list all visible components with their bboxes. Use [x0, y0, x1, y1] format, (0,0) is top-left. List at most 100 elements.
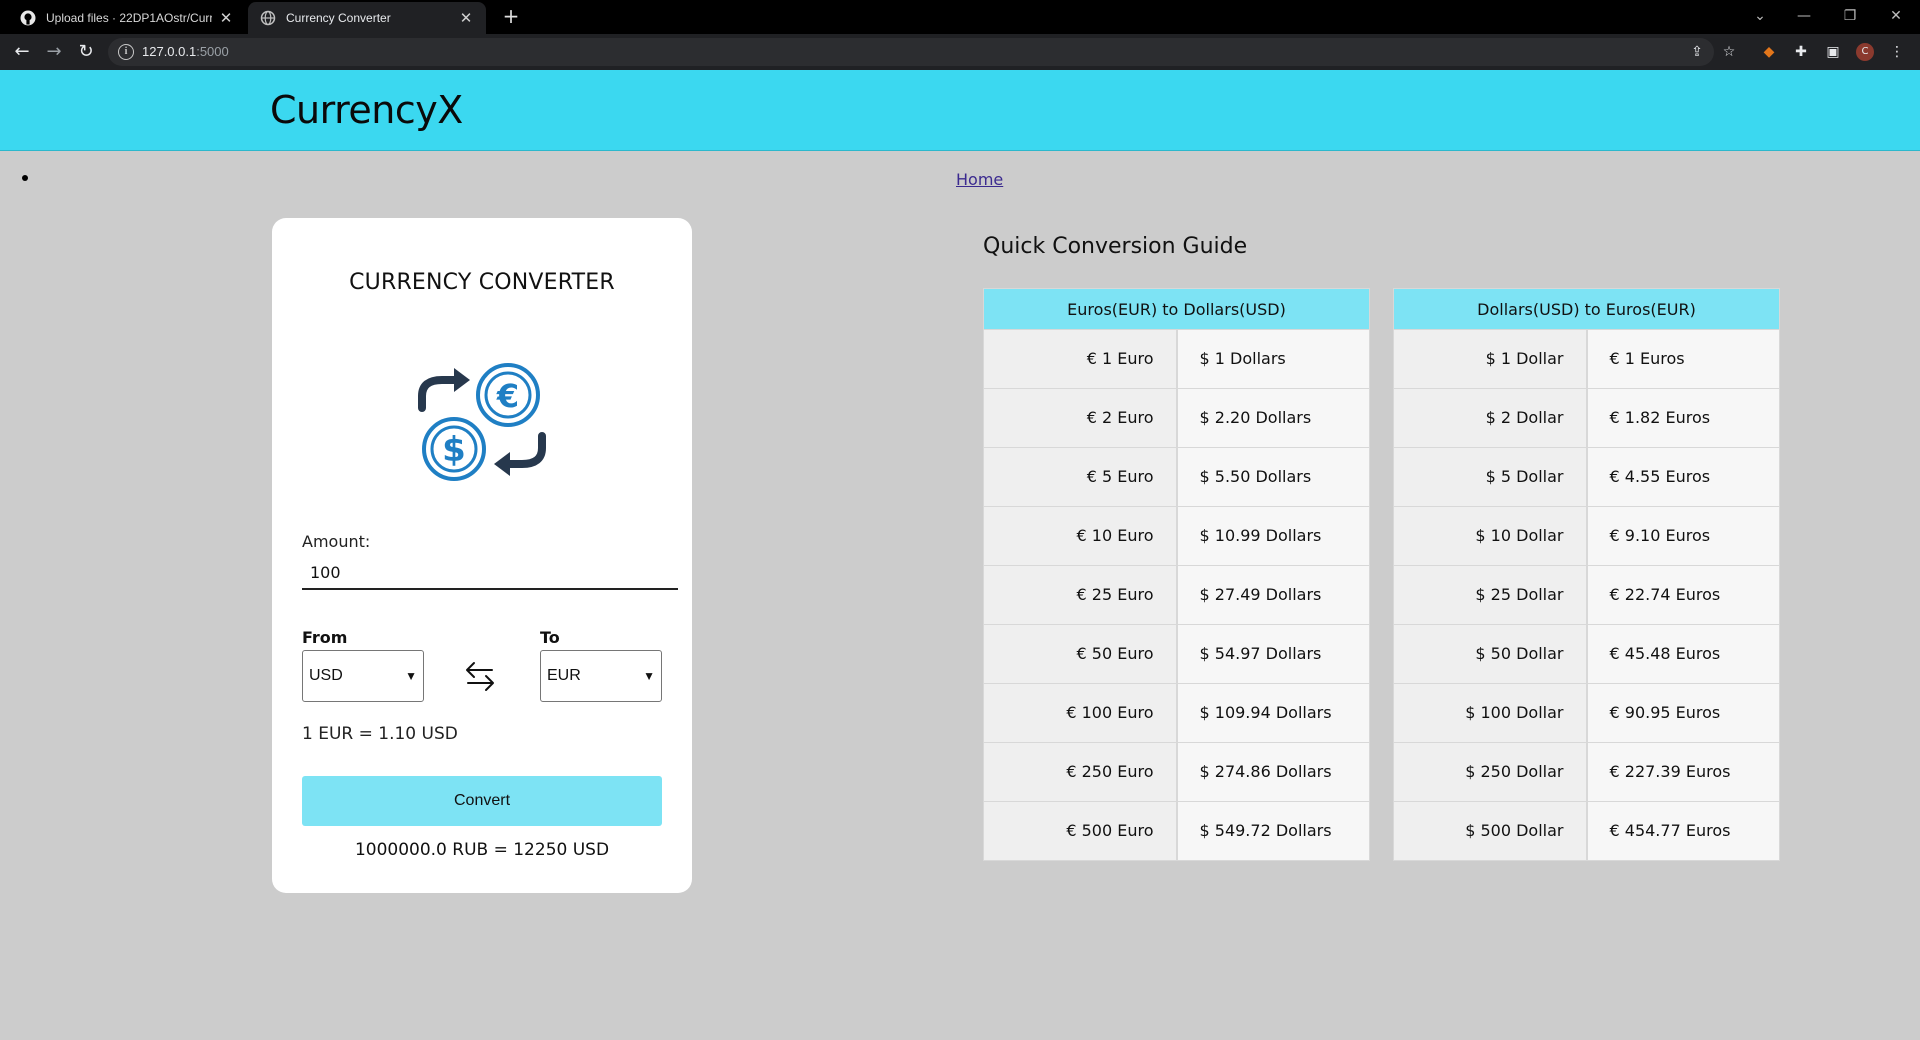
- close-tab-icon[interactable]: ✕: [458, 9, 474, 27]
- table-cell-to: $ 5.50 Dollars: [1177, 448, 1370, 507]
- share-icon[interactable]: ⇪: [1688, 43, 1706, 61]
- table-cell-to: $ 10.99 Dollars: [1177, 507, 1370, 566]
- table-row: $ 10 Dollar € 9.10 Euros: [1393, 507, 1780, 566]
- table-cell-to: $ 549.72 Dollars: [1177, 802, 1370, 861]
- table-row: $ 100 Dollar € 90.95 Euros: [1393, 684, 1780, 743]
- table-cell-to: $ 27.49 Dollars: [1177, 566, 1370, 625]
- profile-avatar[interactable]: C: [1856, 43, 1874, 61]
- to-currency-select[interactable]: EUR ▼: [540, 650, 662, 702]
- table-cell-to: $ 109.94 Dollars: [1177, 684, 1370, 743]
- table-cell-from: € 5 Euro: [983, 448, 1178, 507]
- table-cell-to: $ 1 Dollars: [1177, 330, 1370, 389]
- converter-card: CURRENCY CONVERTER € $ Amount: From To U…: [272, 218, 692, 893]
- to-currency-value: EUR: [547, 667, 581, 684]
- table-row: € 25 Euro $ 27.49 Dollars: [983, 566, 1370, 625]
- table-row: € 100 Euro $ 109.94 Dollars: [983, 684, 1370, 743]
- back-arrow-icon[interactable]: ←: [10, 40, 34, 64]
- table-cell-to: € 4.55 Euros: [1587, 448, 1780, 507]
- side-panel-icon[interactable]: ▣: [1824, 43, 1842, 61]
- address-bar[interactable]: i 127.0.0.1:5000: [108, 38, 1714, 66]
- tab-search-chevron-icon[interactable]: ⌄: [1740, 4, 1780, 28]
- table-row: € 50 Euro $ 54.97 Dollars: [983, 625, 1370, 684]
- address-url[interactable]: 127.0.0.1:5000: [142, 44, 229, 59]
- table-cell-from: $ 5 Dollar: [1393, 448, 1588, 507]
- convert-button[interactable]: Convert: [302, 776, 662, 826]
- bookmark-star-icon[interactable]: ☆: [1720, 43, 1738, 61]
- from-currency-value: USD: [309, 667, 343, 684]
- table-cell-from: € 2 Euro: [983, 389, 1178, 448]
- table-cell-to: € 9.10 Euros: [1587, 507, 1780, 566]
- url-port: :5000: [196, 44, 229, 59]
- conversion-result: 1000000.0 RUB = 12250 USD: [354, 840, 610, 860]
- minimize-icon[interactable]: —: [1784, 4, 1824, 28]
- tab-title: Currency Converter: [286, 11, 391, 25]
- table-cell-from: $ 2 Dollar: [1393, 389, 1588, 448]
- table-row: € 2 Euro $ 2.20 Dollars: [983, 389, 1370, 448]
- table-cell-from: € 1 Euro: [983, 330, 1178, 389]
- brand-logo-text[interactable]: CurrencyX: [270, 88, 463, 132]
- from-currency-select[interactable]: USD ▼: [302, 650, 424, 702]
- table-header: Dollars(USD) to Euros(EUR): [1393, 288, 1780, 330]
- browser-toolbar: ← → ↻ i 127.0.0.1:5000 ⇪ ☆ ◆ ✚ ▣ C ⋮: [0, 34, 1920, 70]
- guide-title: Quick Conversion Guide: [983, 234, 1248, 259]
- table-cell-from: € 100 Euro: [983, 684, 1178, 743]
- table-cell-to: € 1 Euros: [1587, 330, 1780, 389]
- table-row: € 1 Euro $ 1 Dollars: [983, 330, 1370, 389]
- table-cell-from: € 50 Euro: [983, 625, 1178, 684]
- site-header: CurrencyX: [0, 70, 1920, 151]
- table-cell-to: $ 2.20 Dollars: [1177, 389, 1370, 448]
- close-tab-icon[interactable]: ✕: [218, 9, 234, 27]
- table-row: € 250 Euro $ 274.86 Dollars: [983, 743, 1370, 802]
- table-cell-to: € 227.39 Euros: [1587, 743, 1780, 802]
- home-link[interactable]: Home: [956, 170, 1003, 189]
- table-row: $ 50 Dollar € 45.48 Euros: [1393, 625, 1780, 684]
- list-bullet: [22, 175, 28, 181]
- table-row: € 10 Euro $ 10.99 Dollars: [983, 507, 1370, 566]
- table-cell-from: $ 1 Dollar: [1393, 330, 1588, 389]
- table-cell-to: € 454.77 Euros: [1587, 802, 1780, 861]
- table-cell-to: € 1.82 Euros: [1587, 389, 1780, 448]
- table-row: $ 1 Dollar € 1 Euros: [1393, 330, 1780, 389]
- table-cell-from: € 25 Euro: [983, 566, 1178, 625]
- swap-arrows-icon[interactable]: [464, 658, 496, 694]
- metamask-fox-icon[interactable]: ◆: [1760, 43, 1778, 61]
- chevron-down-icon: ▼: [405, 669, 417, 683]
- reload-icon[interactable]: ↻: [74, 40, 98, 64]
- menu-kebab-icon[interactable]: ⋮: [1888, 43, 1906, 61]
- exchange-rate-text: 1 EUR = 1.10 USD: [302, 724, 458, 744]
- currency-exchange-icon: € $: [418, 363, 546, 481]
- browser-tab-bar: Upload files · 22DP1AOstr/Curre ✕ Curren…: [0, 0, 1920, 34]
- table-cell-to: € 45.48 Euros: [1587, 625, 1780, 684]
- site-info-icon[interactable]: i: [118, 44, 134, 60]
- table-cell-from: € 250 Euro: [983, 743, 1178, 802]
- table-row: $ 5 Dollar € 4.55 Euros: [1393, 448, 1780, 507]
- svg-text:$: $: [442, 430, 466, 470]
- globe-icon: [260, 10, 276, 26]
- table-cell-to: € 22.74 Euros: [1587, 566, 1780, 625]
- usd-to-eur-table: Dollars(USD) to Euros(EUR) $ 1 Dollar € 1…: [1393, 288, 1780, 861]
- table-row: $ 25 Dollar € 22.74 Euros: [1393, 566, 1780, 625]
- table-cell-from: $ 500 Dollar: [1393, 802, 1588, 861]
- table-cell-from: $ 25 Dollar: [1393, 566, 1588, 625]
- tab-currency-converter[interactable]: Currency Converter ✕: [248, 2, 486, 34]
- table-cell-to: $ 274.86 Dollars: [1177, 743, 1370, 802]
- table-cell-from: $ 50 Dollar: [1393, 625, 1588, 684]
- table-row: $ 2 Dollar € 1.82 Euros: [1393, 389, 1780, 448]
- new-tab-icon[interactable]: +: [500, 6, 522, 28]
- converter-title: CURRENCY CONVERTER: [349, 270, 615, 295]
- table-cell-from: $ 10 Dollar: [1393, 507, 1588, 566]
- table-row: € 500 Euro $ 549.72 Dollars: [983, 802, 1370, 861]
- extensions-puzzle-icon[interactable]: ✚: [1792, 43, 1810, 61]
- table-header: Euros(EUR) to Dollars(USD): [983, 288, 1370, 330]
- tab-upload-files[interactable]: Upload files · 22DP1AOstr/Curre ✕: [8, 2, 246, 34]
- amount-input[interactable]: [302, 556, 678, 590]
- forward-arrow-icon[interactable]: →: [42, 40, 66, 64]
- table-row: $ 250 Dollar € 227.39 Euros: [1393, 743, 1780, 802]
- table-cell-to: € 90.95 Euros: [1587, 684, 1780, 743]
- close-window-icon[interactable]: ✕: [1876, 4, 1916, 28]
- svg-text:€: €: [496, 377, 519, 415]
- tab-title: Upload files · 22DP1AOstr/Curre: [46, 11, 212, 25]
- table-cell-from: € 10 Euro: [983, 507, 1178, 566]
- to-label: To: [540, 628, 560, 647]
- restore-icon[interactable]: ❐: [1830, 4, 1870, 28]
